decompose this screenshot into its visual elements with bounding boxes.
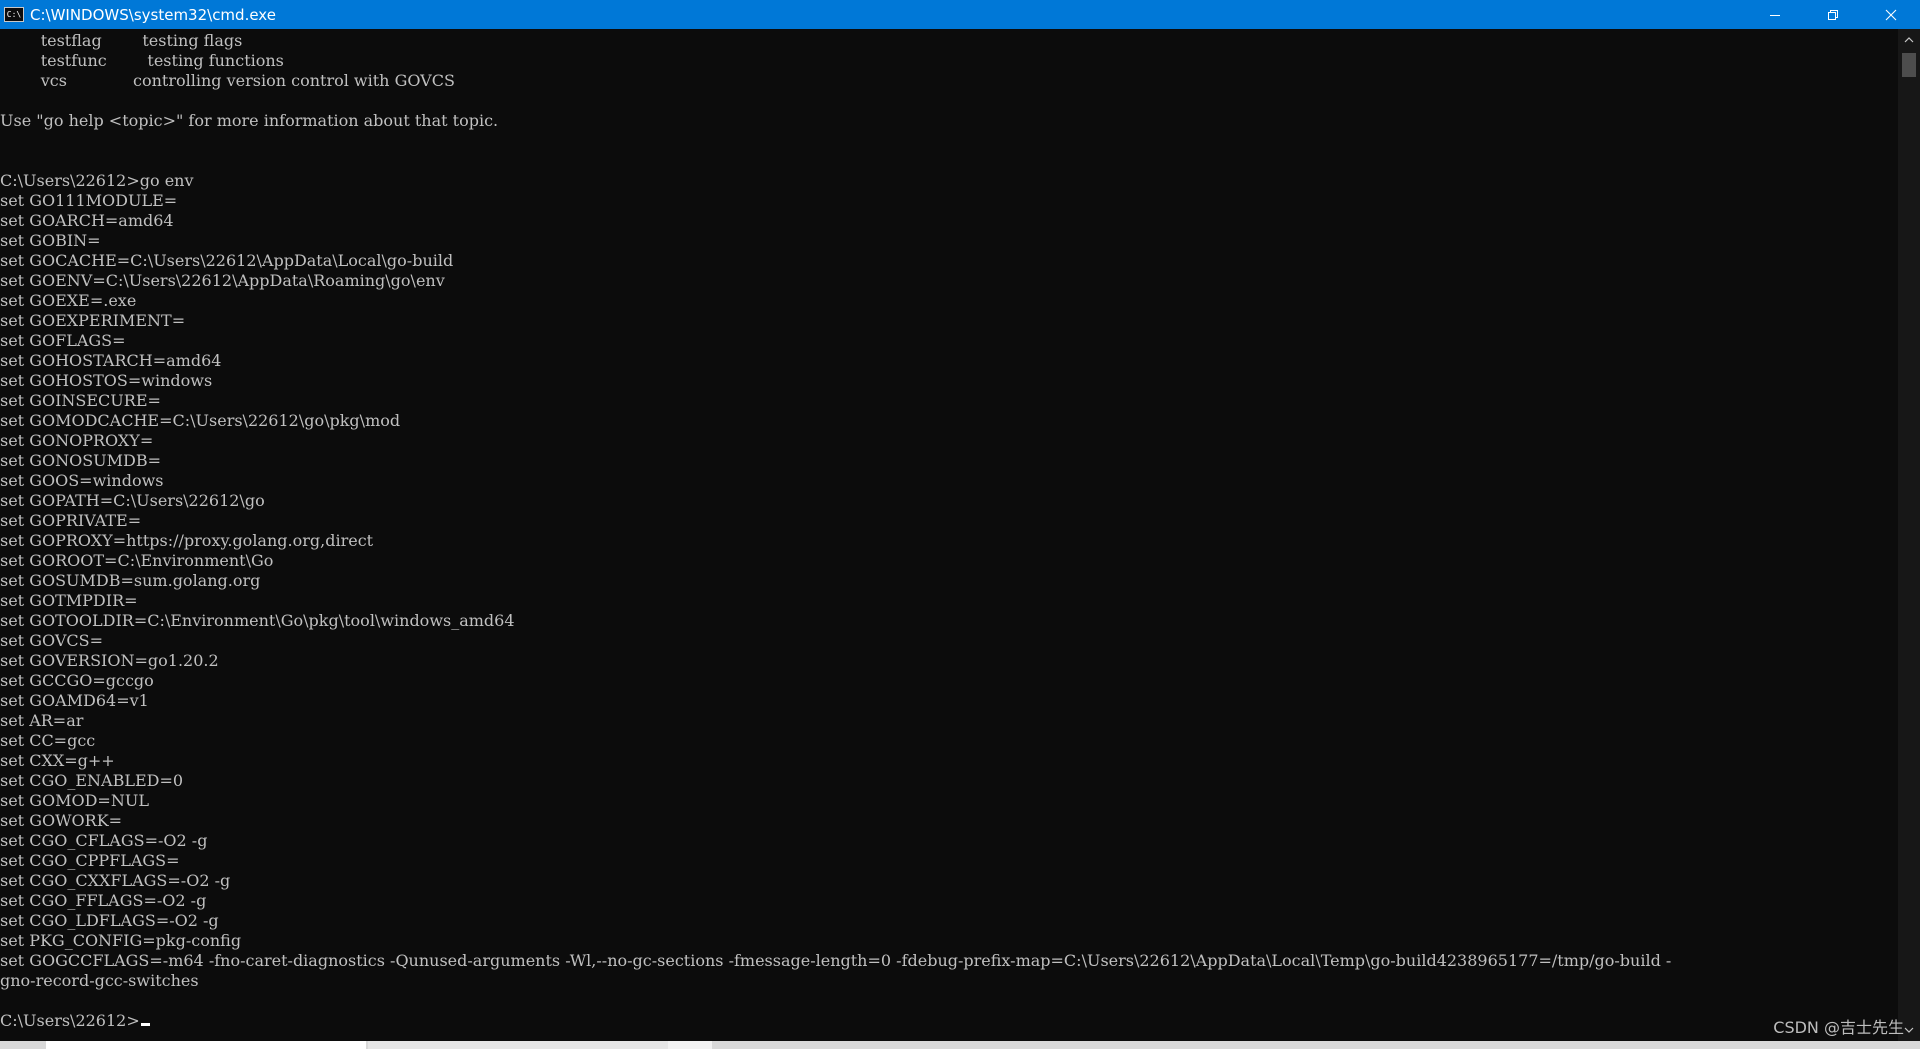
console-line: set CGO_CPPFLAGS=: [0, 851, 180, 870]
console-line: set CGO_FFLAGS=-O2 -g: [0, 891, 207, 910]
console-line: set GOPATH=C:\Users\22612\go: [0, 491, 265, 510]
console-line: set GOPROXY=https://proxy.golang.org,dir…: [0, 531, 374, 550]
scroll-thumb[interactable]: [1902, 53, 1916, 77]
taskbar-segment: [46, 1041, 366, 1049]
taskbar-strip: [0, 1041, 1920, 1049]
window-title: C:\WINDOWS\system32\cmd.exe: [30, 5, 276, 24]
scroll-up-button[interactable]: [1898, 29, 1920, 51]
console-output[interactable]: testflag testing flags testfunc testing …: [0, 29, 1898, 1041]
console-line: C:\Users\22612>go env: [0, 171, 194, 190]
console-line: set GOSUMDB=sum.golang.org: [0, 571, 261, 590]
scroll-down-arrow-icon: [1904, 1027, 1914, 1033]
close-icon: [1885, 9, 1897, 20]
console-line: set GOGCCFLAGS=-m64 -fno-caret-diagnosti…: [0, 951, 1672, 970]
console-line: set GOMODCACHE=C:\Users\22612\go\pkg\mod: [0, 411, 401, 430]
minimize-icon: [1770, 14, 1780, 16]
csdn-watermark: CSDN @吉士先生: [1773, 1018, 1904, 1037]
taskbar-segment: [368, 1041, 668, 1049]
console-line: set GONOSUMDB=: [0, 451, 162, 470]
console-line: set GOFLAGS=: [0, 331, 126, 350]
console-line: set GOTOOLDIR=C:\Environment\Go\pkg\tool…: [0, 611, 515, 630]
close-button[interactable]: [1862, 0, 1920, 29]
console-line: set AR=ar: [0, 711, 84, 730]
console-line: set CGO_CXXFLAGS=-O2 -g: [0, 871, 231, 890]
vertical-scrollbar[interactable]: [1898, 29, 1920, 1041]
console-line: set GOINSECURE=: [0, 391, 161, 410]
console-line: vcs controlling version control with GOV…: [0, 71, 455, 90]
console-line: set GOARCH=amd64: [0, 211, 174, 230]
text-cursor: [140, 1023, 150, 1026]
cmd-window: C:\ C:\WINDOWS\system32\cmd.exe testflag…: [0, 0, 1920, 1049]
console-line: set CXX=g++: [0, 751, 115, 770]
console-line: set GOHOSTOS=windows: [0, 371, 213, 390]
console-line: set GOOS=windows: [0, 471, 164, 490]
console-line: set GOPRIVATE=: [0, 511, 142, 530]
console-line: gno-record-gcc-switches: [0, 971, 199, 990]
console-line: set GOMOD=NUL: [0, 791, 149, 810]
console-line: set CC=gcc: [0, 731, 96, 750]
console-line: testfunc testing functions: [0, 51, 284, 70]
console-line: set CGO_CFLAGS=-O2 -g: [0, 831, 208, 850]
console-line: set GOWORK=: [0, 811, 123, 830]
minimize-button[interactable]: [1746, 0, 1804, 29]
console-line: set GOTMPDIR=: [0, 591, 138, 610]
console-text: testflag testing flags testfunc testing …: [0, 29, 1898, 1031]
console-line: set GOCACHE=C:\Users\22612\AppData\Local…: [0, 251, 454, 270]
restore-button[interactable]: [1804, 0, 1862, 29]
console-line: set GOHOSTARCH=amd64: [0, 351, 222, 370]
console-line: set GONOPROXY=: [0, 431, 154, 450]
command-prompt[interactable]: C:\Users\22612>: [0, 1011, 140, 1030]
console-line: set GOENV=C:\Users\22612\AppData\Roaming…: [0, 271, 445, 290]
console-line: set GOVERSION=go1.20.2: [0, 651, 219, 670]
console-line: set GOROOT=C:\Environment\Go: [0, 551, 274, 570]
console-line: set GO111MODULE=: [0, 191, 178, 210]
cmd-app-icon[interactable]: C:\: [4, 7, 24, 22]
taskbar-segment: [668, 1041, 712, 1049]
console-line: testflag testing flags: [0, 31, 243, 50]
console-line: set GOBIN=: [0, 231, 101, 250]
console-line: set CGO_ENABLED=0: [0, 771, 184, 790]
console-line: set GOEXE=.exe: [0, 291, 137, 310]
restore-icon: [1828, 9, 1838, 20]
console-line: Use "go help <topic>" for more informati…: [0, 111, 499, 130]
title-bar[interactable]: C:\ C:\WINDOWS\system32\cmd.exe: [0, 0, 1920, 29]
console-line: set GOVCS=: [0, 631, 103, 650]
console-line: set GCCGO=gccgo: [0, 671, 154, 690]
console-line: set CGO_LDFLAGS=-O2 -g: [0, 911, 219, 930]
console-line: set GOEXPERIMENT=: [0, 311, 186, 330]
console-line: set GOAMD64=v1: [0, 691, 149, 710]
console-line: set PKG_CONFIG=pkg-config: [0, 931, 242, 950]
scroll-up-arrow-icon: [1904, 37, 1914, 43]
